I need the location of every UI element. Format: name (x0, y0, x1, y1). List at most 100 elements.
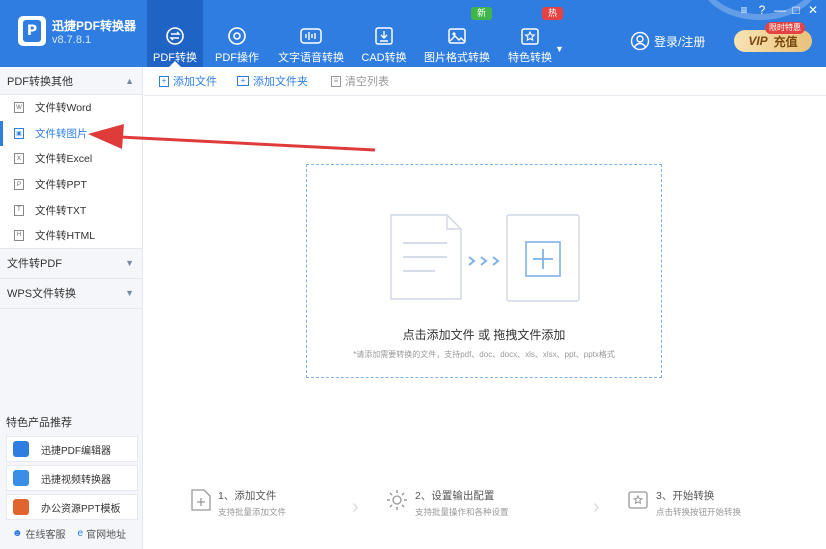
button-label: 添加文件 (173, 76, 217, 88)
button-label: 添加文件夹 (253, 76, 308, 88)
sidebar-item-label: 文件转PPT (35, 179, 87, 192)
add-file-button[interactable]: + 添加文件 (159, 73, 217, 89)
convert-step-icon (628, 491, 648, 509)
document-add-illustration (390, 214, 580, 302)
chevron-right-icon: › (593, 496, 600, 518)
add-folder-icon: + (237, 76, 249, 86)
add-file-icon: + (159, 75, 169, 87)
maximize-icon[interactable]: □ (789, 3, 803, 17)
menu-icon[interactable]: ≡ (737, 3, 751, 17)
title-bar: P 迅捷PDF转换器 v8.7.8.1 PDF转换 PDF操作 文字语音转换 C… (0, 0, 826, 67)
group-label: WPS文件转换 (7, 288, 77, 301)
vip-label: VIP (748, 34, 768, 48)
sidebar-item-to-txt[interactable]: T 文件转TXT (0, 197, 142, 223)
step-title: 3、开始转换 (656, 490, 715, 502)
steps-bar: 1、添加文件 支持批量添加文件 › 2、设置输出配置 支持批量操作和各种设置 ›… (144, 488, 826, 528)
nav-label: 特色转换 (508, 52, 552, 64)
dropzone-hint: *请添加需要转换的文件，支持pdf、doc、docx、xls、xlsx、ppt、… (353, 350, 615, 359)
promo-title: 特色产品推荐 (6, 417, 72, 429)
step-desc: 支持批量操作和各种设置 (415, 507, 509, 517)
chevron-down-icon: ▼ (125, 288, 134, 299)
audio-wave-icon (300, 26, 322, 46)
promo-label: 迅捷PDF编辑器 (41, 445, 111, 457)
website-link[interactable]: e 官网地址 (78, 526, 127, 541)
sidebar-group-wps[interactable]: WPS文件转换 ▼ (0, 278, 142, 309)
sidebar: PDF转换其他 ▲ W 文件转Word ▣ 文件转图片 X 文件转Excel P… (0, 67, 143, 549)
disc-icon (227, 26, 247, 46)
sidebar-item-to-word[interactable]: W 文件转Word (0, 95, 142, 121)
app-logo: P (18, 16, 46, 46)
file-icon: T (14, 204, 24, 216)
sidebar-group-file-to-pdf[interactable]: 文件转PDF ▼ (0, 248, 142, 279)
sidebar-item-to-excel[interactable]: X 文件转Excel (0, 146, 142, 172)
help-icon[interactable]: ? (755, 3, 769, 17)
convert-icon (165, 26, 185, 46)
toolbar: + 添加文件 + 添加文件夹 ≡ 清空列表 (144, 67, 826, 96)
sidebar-footer: ☻ 在线客服 e 官网地址 (12, 526, 126, 541)
sidebar-item-label: 文件转Excel (35, 153, 93, 166)
online-service-link[interactable]: ☻ 在线客服 (12, 526, 66, 541)
file-icon: X (14, 153, 24, 165)
sidebar-group-pdf-to-other[interactable]: PDF转换其他 ▲ (0, 67, 142, 95)
nav-label: 图片格式转换 (424, 52, 490, 64)
promo-label: 办公资源PPT模板 (41, 503, 121, 515)
nav-pdf-ops[interactable]: PDF操作 (210, 0, 264, 67)
nav-text-speech[interactable]: 文字语音转换 (277, 0, 345, 67)
step-output-config: 2、设置输出配置 支持批量操作和各种设置 (385, 488, 509, 518)
chevron-right-icon: › (352, 496, 359, 518)
close-icon[interactable]: ✕ (806, 3, 820, 17)
sidebar-item-label: 文件转HTML (35, 229, 96, 242)
user-icon (630, 31, 650, 51)
file-icon: W (14, 102, 24, 114)
login-button[interactable]: 登录/注册 (630, 31, 705, 51)
nav-label: PDF操作 (215, 52, 259, 64)
minimize-icon[interactable]: — (773, 3, 787, 17)
promo-ppt-template[interactable]: 办公资源PPT模板 (6, 494, 138, 520)
file-icon: P (14, 179, 24, 191)
step-add-file: 1、添加文件 支持批量添加文件 (190, 488, 286, 518)
app-version: v8.7.8.1 (52, 34, 92, 46)
nav-cad-convert[interactable]: CAD转换 (359, 0, 409, 67)
add-file-step-icon (191, 489, 211, 511)
button-label: 清空列表 (345, 76, 389, 88)
image-file-icon: ▣ (14, 127, 24, 139)
add-folder-button[interactable]: + 添加文件夹 (237, 73, 308, 89)
group-label: PDF转换其他 (7, 75, 73, 88)
sidebar-item-to-ppt[interactable]: P 文件转PPT (0, 171, 142, 198)
step-desc: 点击转换按钮开始转换 (656, 507, 742, 517)
step-title: 2、设置输出配置 (415, 490, 495, 502)
cad-icon (374, 26, 394, 46)
step-start-convert: 3、开始转换 点击转换按钮开始转换 (626, 488, 741, 518)
sidebar-item-label: 文件转TXT (35, 204, 87, 217)
step-title: 1、添加文件 (218, 490, 277, 502)
link-label: 官网地址 (86, 530, 127, 541)
sidebar-item-label: 文件转Word (35, 102, 92, 115)
group-label: 文件转PDF (7, 258, 62, 271)
nav-label: 文字语音转换 (278, 52, 344, 64)
app-title: 迅捷PDF转换器 (52, 19, 137, 33)
clear-list-button[interactable]: ≡ 清空列表 (331, 73, 389, 89)
headset-icon: ☻ (12, 528, 23, 539)
file-dropzone[interactable]: 点击添加文件 或 拖拽文件添加 *请添加需要转换的文件，支持pdf、doc、do… (306, 164, 662, 378)
dropzone-text: 点击添加文件 或 拖拽文件添加 (402, 328, 566, 342)
chevron-down-icon[interactable]: ▼ (555, 44, 564, 54)
chevron-down-icon: ▼ (125, 258, 134, 269)
globe-icon: e (77, 528, 84, 539)
promo-pdf-editor[interactable]: 迅捷PDF编辑器 (6, 436, 138, 462)
vip-action: 充值 (773, 34, 798, 49)
login-label: 登录/注册 (654, 34, 706, 49)
sidebar-item-to-image[interactable]: ▣ 文件转图片 (0, 120, 142, 147)
chevron-up-icon: ▲ (125, 75, 134, 86)
new-badge: 新 (471, 7, 493, 20)
vip-promo-tag: 限时特惠 (765, 22, 805, 34)
gear-icon (387, 490, 407, 510)
video-converter-icon (13, 470, 29, 486)
nav-label: CAD转换 (361, 52, 407, 64)
promo-video-converter[interactable]: 迅捷视频转换器 (6, 465, 138, 491)
image-icon (447, 26, 467, 46)
file-icon: H (14, 229, 24, 241)
step-desc: 支持批量添加文件 (218, 507, 287, 517)
hot-badge: 热 (542, 7, 564, 20)
nav-pdf-convert[interactable]: PDF转换 (147, 0, 203, 67)
sidebar-item-to-html[interactable]: H 文件转HTML (0, 222, 142, 249)
